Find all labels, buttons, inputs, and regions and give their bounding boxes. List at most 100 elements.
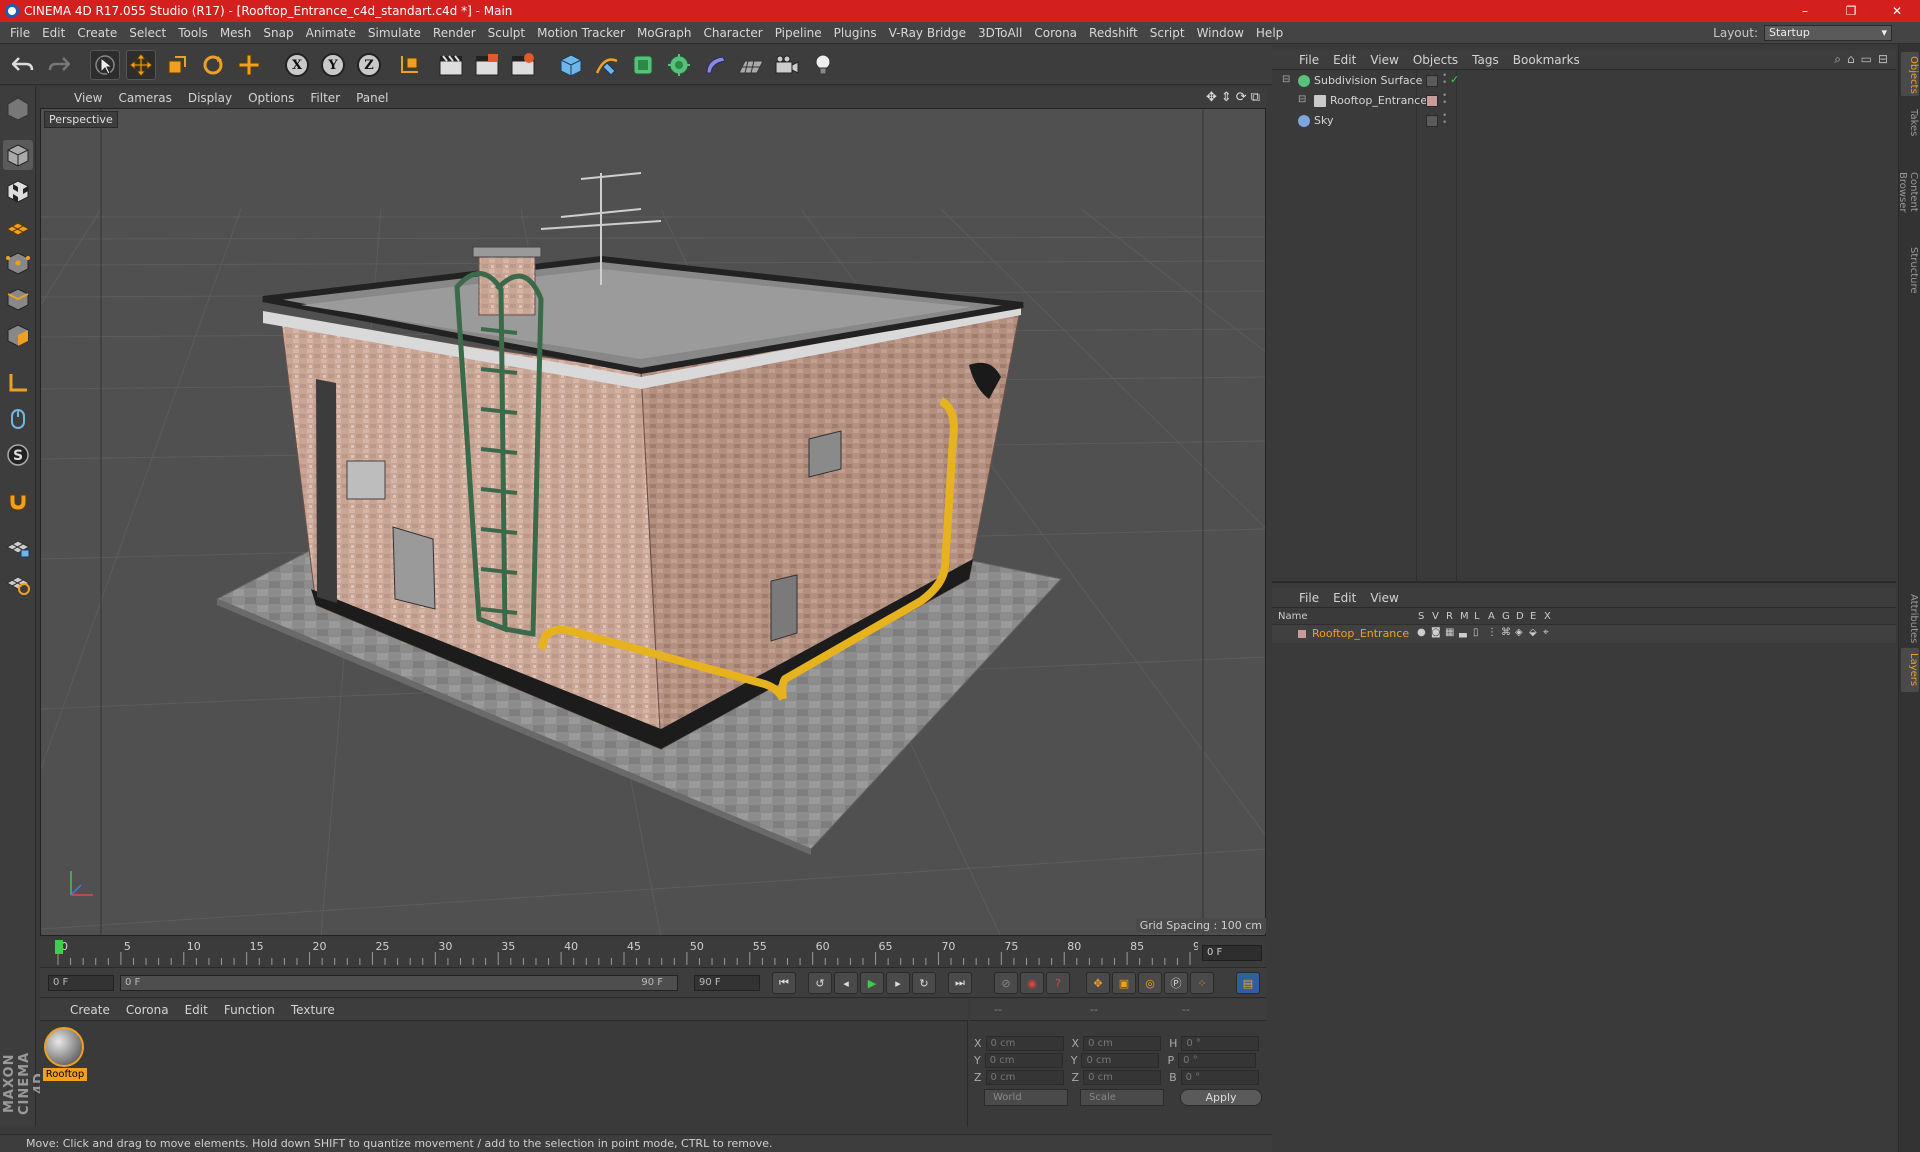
layer-column-header[interactable]: Name <box>1278 611 1308 622</box>
menu-select[interactable]: Select <box>123 22 172 44</box>
menu-redshift[interactable]: Redshift <box>1083 22 1144 44</box>
object-name[interactable]: Rooftop_Entrance <box>1330 94 1427 107</box>
layer-column-header[interactable]: R <box>1446 611 1453 622</box>
position-field[interactable]: 0 cm <box>985 1035 1064 1051</box>
render-view-button[interactable] <box>436 50 466 80</box>
y-axis-lock-button[interactable]: Y <box>318 50 348 80</box>
motion-record-button[interactable]: ⊘ <box>994 972 1018 994</box>
expand-toggle-icon[interactable]: ⊟ <box>1282 74 1294 86</box>
side-tab-objects[interactable]: Objects <box>1901 52 1919 96</box>
start-frame-field[interactable]: 0 F <box>48 975 114 991</box>
menu-mograph[interactable]: MoGraph <box>631 22 698 44</box>
layer-column-header[interactable]: M <box>1460 611 1469 622</box>
timeline-ruler[interactable]: 051015202530354045505560657075808590 0 F <box>40 938 1266 968</box>
key-parameter-button[interactable]: Ⓟ <box>1164 972 1188 994</box>
object-name[interactable]: Sky <box>1314 114 1333 127</box>
size-field[interactable]: 0 cm <box>1083 1069 1162 1085</box>
render-region-button[interactable] <box>472 50 502 80</box>
rotation-field[interactable]: 0 ° <box>1178 1052 1257 1068</box>
maximize-button[interactable]: ❐ <box>1828 0 1874 22</box>
record-keys-button[interactable]: ◉ <box>1020 972 1044 994</box>
texture-mode-button[interactable] <box>3 176 33 206</box>
menu-edit[interactable]: Edit <box>36 22 71 44</box>
material-name[interactable]: Rooftop <box>43 1068 87 1081</box>
autokey-button[interactable]: ? <box>1046 972 1070 994</box>
coordinate-mode-dropdown[interactable]: Scale <box>1080 1089 1164 1106</box>
position-field[interactable]: 0 cm <box>985 1069 1064 1085</box>
layer-menu-file[interactable]: File <box>1292 588 1326 608</box>
timeline-window-button[interactable]: ▤ <box>1236 972 1260 994</box>
light-button[interactable] <box>808 50 838 80</box>
layer-toggle-icon[interactable]: ⌖ <box>1543 627 1549 638</box>
object-menu-bookmarks[interactable]: Bookmarks <box>1506 50 1587 70</box>
layer-toggle-icon[interactable]: ▦ <box>1445 627 1454 638</box>
expand-toggle-icon[interactable] <box>1282 114 1294 126</box>
viewport-menu-view[interactable]: View <box>66 88 110 108</box>
rotation-field[interactable]: 0 ° <box>1180 1069 1259 1085</box>
material-menu-texture[interactable]: Texture <box>283 999 343 1020</box>
layer-toggle-icon[interactable]: ◈ <box>1515 627 1523 638</box>
apply-button[interactable]: Apply <box>1180 1089 1262 1106</box>
side-tab-content-browser[interactable]: Content Browser <box>1897 148 1919 236</box>
key-scale-button[interactable]: ▣ <box>1112 972 1136 994</box>
go-to-end-button[interactable]: ⏭ <box>948 972 972 994</box>
mograph-cloner-button[interactable] <box>664 50 694 80</box>
menu-character[interactable]: Character <box>697 22 768 44</box>
menu-plugins[interactable]: Plugins <box>828 22 883 44</box>
layer-column-header[interactable]: V <box>1432 611 1439 622</box>
layer-column-header[interactable]: G <box>1502 611 1510 622</box>
layout-dropdown[interactable]: Startup <box>1764 25 1892 41</box>
object-menu-objects[interactable]: Objects <box>1406 50 1465 70</box>
planar-workplane-button[interactable] <box>3 568 33 598</box>
viewport-menu-filter[interactable]: Filter <box>302 88 348 108</box>
menu-window[interactable]: Window <box>1191 22 1250 44</box>
new-view-icon[interactable]: ▭ <box>1861 52 1872 67</box>
layer-toggle-icon[interactable]: ⌘ <box>1501 627 1511 638</box>
viewport-menu-options[interactable]: Options <box>240 88 302 108</box>
menu-corona[interactable]: Corona <box>1028 22 1083 44</box>
search-icon[interactable]: ⌕ <box>1834 52 1841 67</box>
polygons-mode-button[interactable] <box>3 320 33 350</box>
layer-column-header[interactable]: D <box>1516 611 1524 622</box>
home-icon[interactable]: ⌂ <box>1847 52 1855 67</box>
layer-toggle-icon[interactable]: ▯ <box>1473 627 1479 638</box>
material-menu-edit[interactable]: Edit <box>177 999 216 1020</box>
menu-file[interactable]: File <box>4 22 36 44</box>
menu-v-ray-bridge[interactable]: V-Ray Bridge <box>883 22 972 44</box>
menu-3dtoall[interactable]: 3DToAll <box>972 22 1028 44</box>
axis-mode-button[interactable] <box>3 368 33 398</box>
layer-row[interactable]: Rooftop_Entrance ● ◙ ▦ ▃ ▯ ⋮ ⌘ ◈ ⬙ ⌖ <box>1272 625 1896 643</box>
subdivision-button[interactable] <box>628 50 658 80</box>
menu-simulate[interactable]: Simulate <box>362 22 427 44</box>
current-frame-marker[interactable] <box>55 940 63 954</box>
layer-swatch[interactable] <box>1426 115 1438 127</box>
layer-column-header[interactable]: L <box>1474 611 1480 622</box>
menu-motion-tracker[interactable]: Motion Tracker <box>531 22 631 44</box>
object-menu-edit[interactable]: Edit <box>1326 50 1363 70</box>
undo-button[interactable] <box>8 50 38 80</box>
deformer-button[interactable] <box>700 50 730 80</box>
next-key-button[interactable]: ↻ <box>912 972 936 994</box>
menu-mesh[interactable]: Mesh <box>214 22 258 44</box>
visibility-dots-icon[interactable]: • • <box>1442 112 1447 128</box>
dolly-view-icon[interactable]: ⇕ <box>1221 90 1232 105</box>
next-frame-button[interactable]: ▸ <box>886 972 910 994</box>
previous-frame-button[interactable]: ◂ <box>834 972 858 994</box>
layer-toggle-icon[interactable]: ⬙ <box>1529 627 1537 638</box>
key-pla-button[interactable]: ⁘ <box>1190 972 1214 994</box>
layer-menu-view[interactable]: View <box>1363 588 1405 608</box>
side-tab-layers[interactable]: Layers <box>1901 648 1919 692</box>
menu-animate[interactable]: Animate <box>300 22 362 44</box>
make-editable-button[interactable] <box>3 94 33 124</box>
object-row[interactable]: ⊟ Rooftop_Entrance • • <box>1272 91 1896 111</box>
edges-mode-button[interactable] <box>3 284 33 314</box>
enabled-check-icon[interactable]: ✓ <box>1450 73 1459 86</box>
size-field[interactable]: 0 cm <box>1083 1035 1162 1051</box>
camera-button[interactable] <box>772 50 802 80</box>
layer-swatch[interactable] <box>1426 95 1438 107</box>
locked-workplane-button[interactable] <box>3 532 33 562</box>
coordinate-space-dropdown[interactable]: World <box>984 1089 1068 1106</box>
layer-menu-edit[interactable]: Edit <box>1326 588 1363 608</box>
select-tool-button[interactable] <box>90 50 120 80</box>
layer-toggle-icon[interactable]: ◙ <box>1431 627 1441 638</box>
